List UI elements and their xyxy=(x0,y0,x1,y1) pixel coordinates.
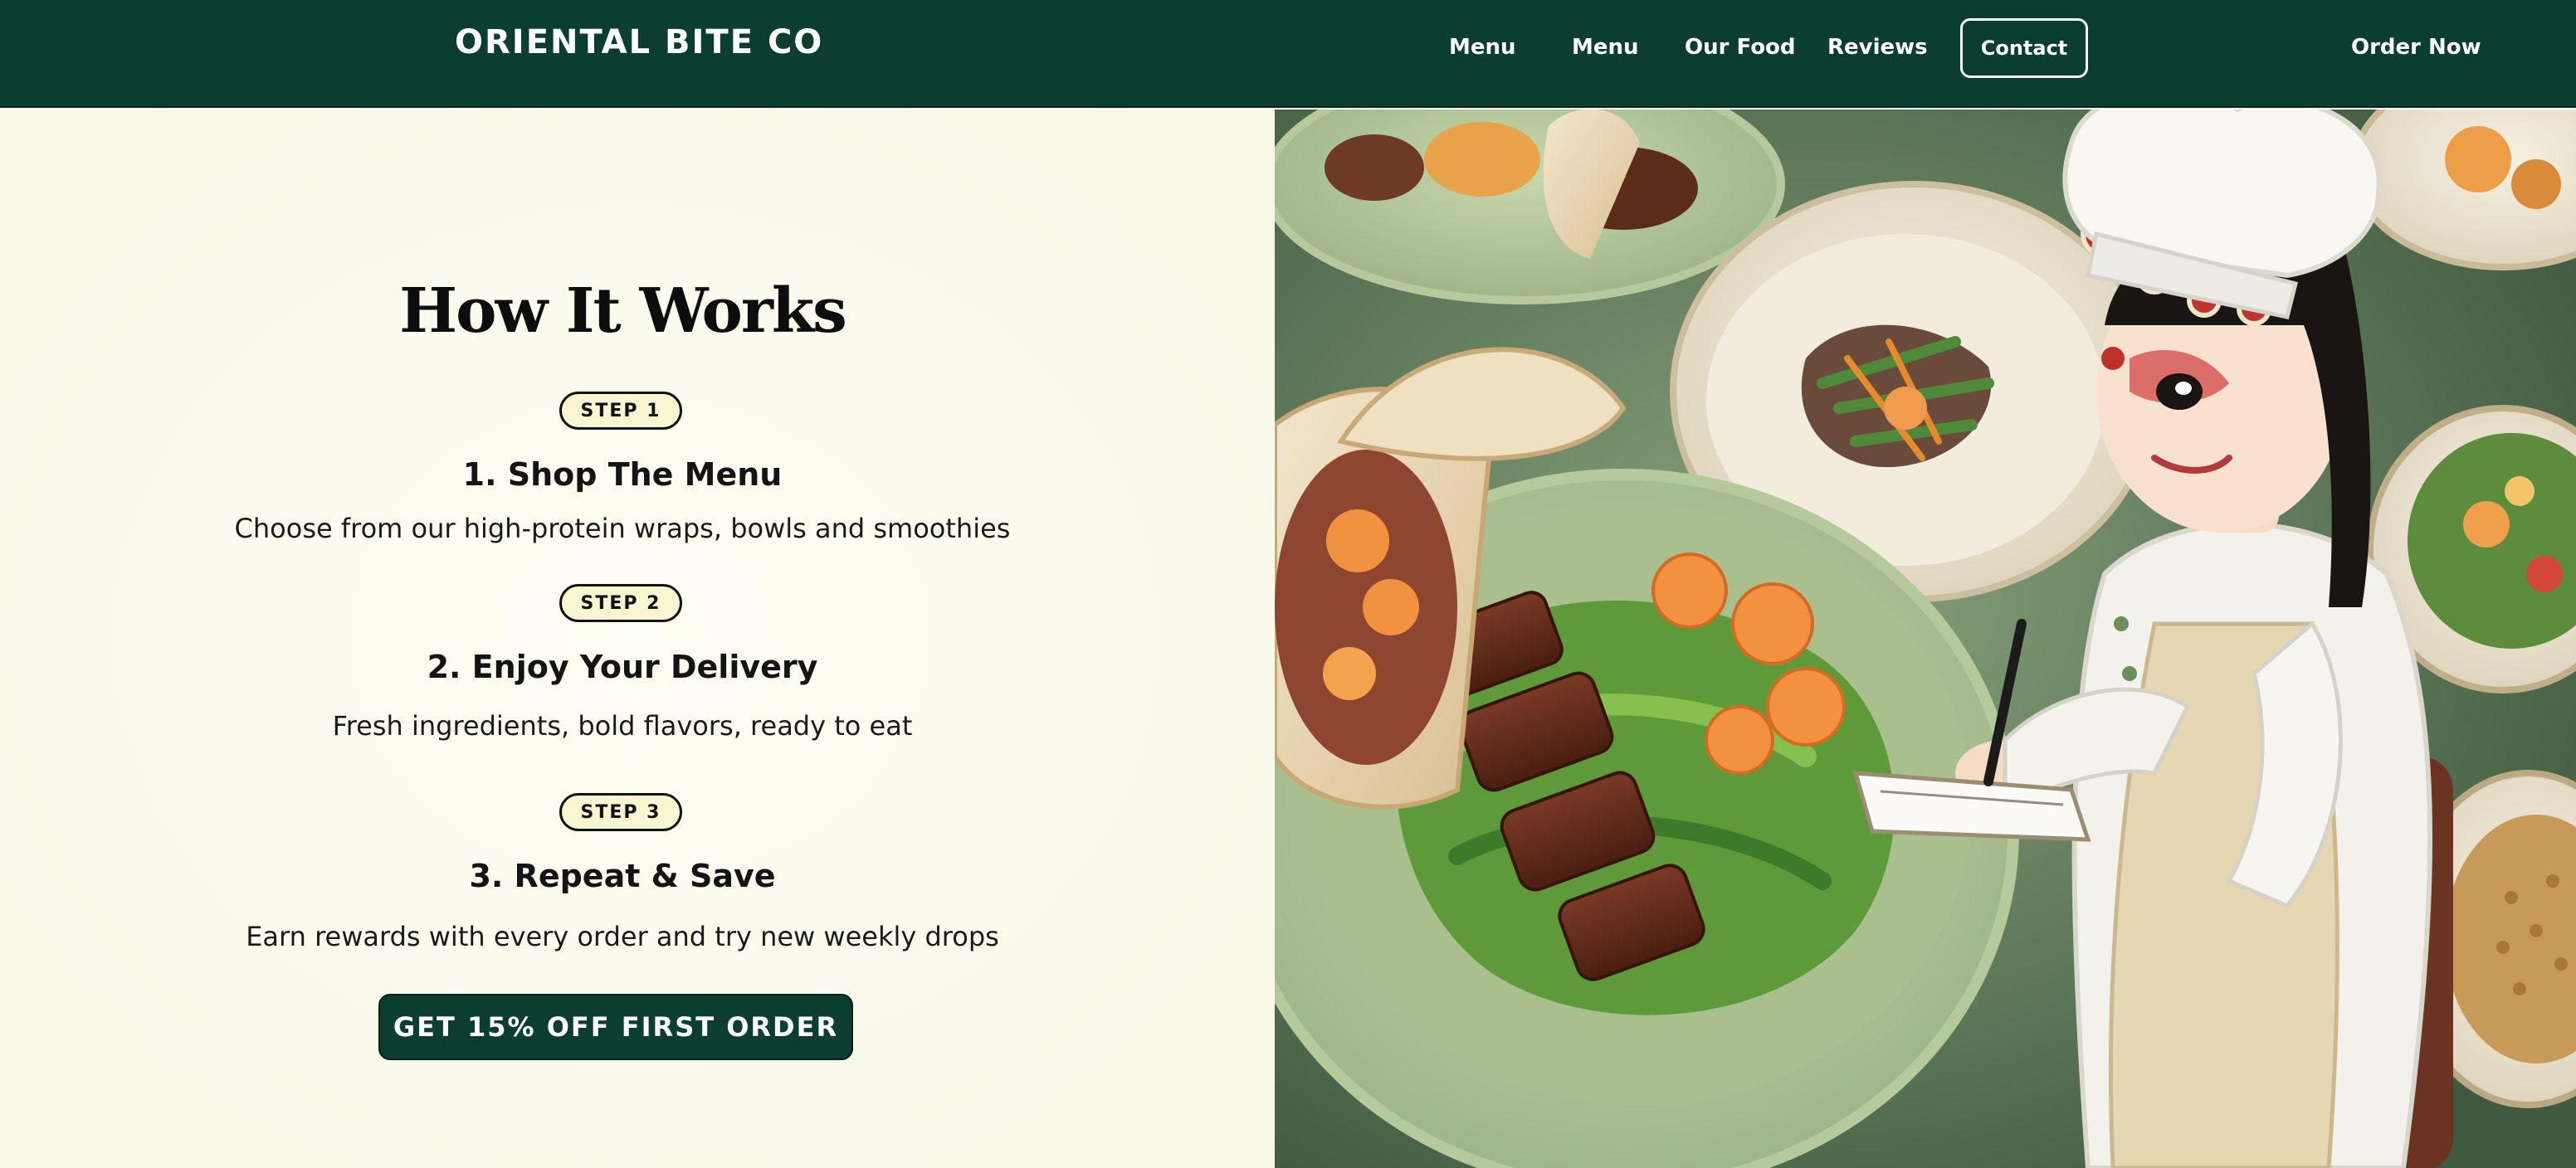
step-1-description: Choose from our high-protein wraps, bowl… xyxy=(234,513,1011,544)
order-now-link[interactable]: Order Now xyxy=(2351,35,2481,60)
step-3-description: Earn rewards with every order and try ne… xyxy=(246,921,999,952)
brand-logo[interactable]: ORIENTAL BITE CO xyxy=(455,23,823,61)
chef-food-illustration xyxy=(1275,110,2576,1168)
nav-link-reviews[interactable]: Reviews xyxy=(1827,35,1928,60)
contact-button[interactable]: Contact xyxy=(1960,18,2088,78)
step-2-title: 2. Enjoy Your Delivery xyxy=(427,649,818,685)
step-2-description: Fresh ingredients, bold flavors, ready t… xyxy=(332,710,913,742)
step-2-badge: STEP 2 xyxy=(559,584,682,622)
step-3-title: 3. Repeat & Save xyxy=(469,858,776,894)
site-header: ORIENTAL BITE CO Menu Menu Our Food Revi… xyxy=(0,0,2576,108)
step-1-title: 1. Shop The Menu xyxy=(462,456,783,493)
nav-link-menu-2[interactable]: Menu xyxy=(1572,35,1639,60)
step-3-badge: STEP 3 xyxy=(559,793,682,831)
how-it-works-section: How It Works STEP 1 1. Shop The Menu Cho… xyxy=(0,110,1275,1168)
nav-link-our-food[interactable]: Our Food xyxy=(1685,35,1796,60)
hero-illustration xyxy=(1275,110,2576,1168)
nav-link-menu[interactable]: Menu xyxy=(1449,35,1516,60)
first-order-discount-button[interactable]: GET 15% OFF FIRST ORDER xyxy=(378,994,853,1060)
section-title: How It Works xyxy=(399,275,847,347)
step-1-badge: STEP 1 xyxy=(559,392,682,430)
